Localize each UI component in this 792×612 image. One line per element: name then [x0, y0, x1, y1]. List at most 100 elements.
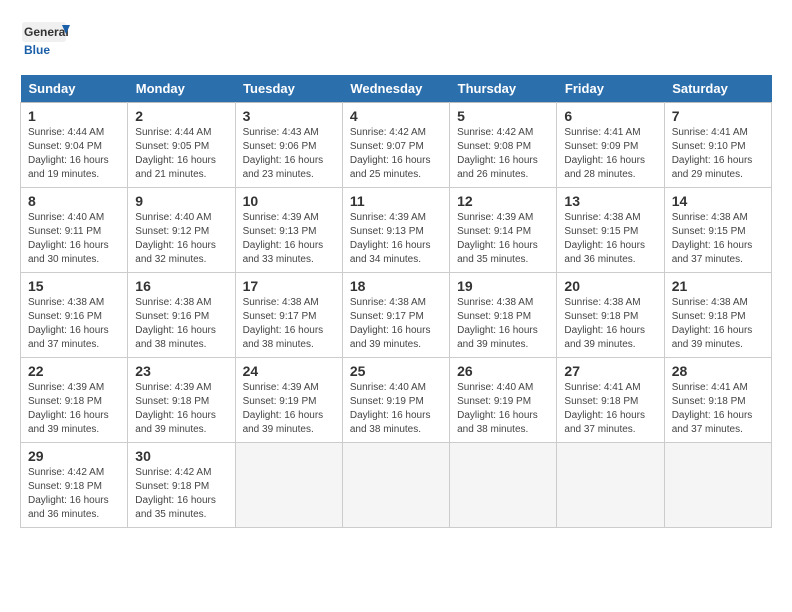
day-info: Sunrise: 4:39 AMSunset: 9:19 PMDaylight:…	[243, 381, 335, 437]
logo-svg: General Blue	[20, 20, 70, 65]
day-info: Sunrise: 4:42 AMSunset: 9:07 PMDaylight:…	[350, 126, 442, 182]
calendar-cell: 3 Sunrise: 4:43 AMSunset: 9:06 PMDaylight…	[235, 103, 342, 188]
day-number: 2	[135, 108, 227, 124]
calendar-cell: 9 Sunrise: 4:40 AMSunset: 9:12 PMDaylight…	[128, 188, 235, 273]
header-sunday: Sunday	[21, 75, 128, 103]
day-number: 29	[28, 448, 120, 464]
day-info: Sunrise: 4:39 AMSunset: 9:13 PMDaylight:…	[350, 211, 442, 267]
calendar-cell: 2 Sunrise: 4:44 AMSunset: 9:05 PMDaylight…	[128, 103, 235, 188]
day-info: Sunrise: 4:38 AMSunset: 9:18 PMDaylight:…	[564, 296, 656, 352]
header-monday: Monday	[128, 75, 235, 103]
calendar-cell: 24Sunrise: 4:39 AMSunset: 9:19 PMDayligh…	[235, 358, 342, 443]
week-row-5: 29 Sunrise: 4:42 AMSunset: 9:18 PMDayligh…	[21, 443, 772, 528]
calendar-cell: 29Sunrise: 4:42 AMSunset: 9:18 PMDayligh…	[21, 443, 128, 528]
calendar-cell	[450, 443, 557, 528]
day-info: Sunrise: 4:38 AMSunset: 9:16 PMDaylight:…	[28, 296, 120, 352]
calendar-cell: 30 Sunrise: 4:42 AMSunset: 9:18 PMDayligh…	[128, 443, 235, 528]
header-wednesday: Wednesday	[342, 75, 449, 103]
week-row-3: 15 Sunrise: 4:38 AMSunset: 9:16 PMDayligh…	[21, 273, 772, 358]
calendar-cell: 6 Sunrise: 4:41 AMSunset: 9:09 PMDaylight…	[557, 103, 664, 188]
day-info: Sunrise: 4:40 AMSunset: 9:12 PMDaylight:…	[135, 211, 227, 267]
calendar-cell: 26 Sunrise: 4:40 AMSunset: 9:19 PMDayligh…	[450, 358, 557, 443]
day-info: Sunrise: 4:38 AMSunset: 9:18 PMDaylight:…	[672, 296, 764, 352]
calendar-table: SundayMondayTuesdayWednesdayThursdayFrid…	[20, 75, 772, 528]
day-number: 11	[350, 193, 442, 209]
calendar-cell: 12Sunrise: 4:39 AMSunset: 9:14 PMDayligh…	[450, 188, 557, 273]
day-number: 14	[672, 193, 764, 209]
calendar-cell	[342, 443, 449, 528]
calendar-cell: 13 Sunrise: 4:38 AMSunset: 9:15 PMDayligh…	[557, 188, 664, 273]
day-number: 18	[350, 278, 442, 294]
calendar-cell: 18 Sunrise: 4:38 AMSunset: 9:17 PMDayligh…	[342, 273, 449, 358]
day-number: 6	[564, 108, 656, 124]
calendar-cell: 28 Sunrise: 4:41 AMSunset: 9:18 PMDayligh…	[664, 358, 771, 443]
calendar-cell: 21 Sunrise: 4:38 AMSunset: 9:18 PMDayligh…	[664, 273, 771, 358]
day-number: 3	[243, 108, 335, 124]
day-number: 20	[564, 278, 656, 294]
header-saturday: Saturday	[664, 75, 771, 103]
day-info: Sunrise: 4:41 AMSunset: 9:10 PMDaylight:…	[672, 126, 764, 182]
day-number: 27	[564, 363, 656, 379]
day-number: 12	[457, 193, 549, 209]
calendar-cell	[235, 443, 342, 528]
week-row-4: 22 Sunrise: 4:39 AMSunset: 9:18 PMDayligh…	[21, 358, 772, 443]
day-info: Sunrise: 4:38 AMSunset: 9:17 PMDaylight:…	[350, 296, 442, 352]
calendar-cell: 23 Sunrise: 4:39 AMSunset: 9:18 PMDayligh…	[128, 358, 235, 443]
calendar-cell	[557, 443, 664, 528]
calendar-cell: 15 Sunrise: 4:38 AMSunset: 9:16 PMDayligh…	[21, 273, 128, 358]
day-number: 7	[672, 108, 764, 124]
calendar-cell: 19 Sunrise: 4:38 AMSunset: 9:18 PMDayligh…	[450, 273, 557, 358]
day-info: Sunrise: 4:38 AMSunset: 9:16 PMDaylight:…	[135, 296, 227, 352]
header-row: SundayMondayTuesdayWednesdayThursdayFrid…	[21, 75, 772, 103]
header-thursday: Thursday	[450, 75, 557, 103]
day-number: 21	[672, 278, 764, 294]
svg-text:General: General	[24, 25, 69, 39]
day-number: 23	[135, 363, 227, 379]
day-info: Sunrise: 4:41 AMSunset: 9:18 PMDaylight:…	[672, 381, 764, 437]
day-number: 4	[350, 108, 442, 124]
svg-text:Blue: Blue	[24, 43, 50, 57]
day-number: 30	[135, 448, 227, 464]
day-number: 25	[350, 363, 442, 379]
day-info: Sunrise: 4:39 AMSunset: 9:18 PMDaylight:…	[135, 381, 227, 437]
day-info: Sunrise: 4:39 AMSunset: 9:18 PMDaylight:…	[28, 381, 120, 437]
day-info: Sunrise: 4:39 AMSunset: 9:13 PMDaylight:…	[243, 211, 335, 267]
calendar-cell: 17Sunrise: 4:38 AMSunset: 9:17 PMDayligh…	[235, 273, 342, 358]
day-number: 5	[457, 108, 549, 124]
calendar-cell: 27Sunrise: 4:41 AMSunset: 9:18 PMDayligh…	[557, 358, 664, 443]
calendar-cell: 11 Sunrise: 4:39 AMSunset: 9:13 PMDayligh…	[342, 188, 449, 273]
day-number: 22	[28, 363, 120, 379]
calendar-cell: 20 Sunrise: 4:38 AMSunset: 9:18 PMDayligh…	[557, 273, 664, 358]
day-number: 28	[672, 363, 764, 379]
day-number: 10	[243, 193, 335, 209]
calendar-cell: 25 Sunrise: 4:40 AMSunset: 9:19 PMDayligh…	[342, 358, 449, 443]
day-info: Sunrise: 4:38 AMSunset: 9:18 PMDaylight:…	[457, 296, 549, 352]
calendar-cell: 8 Sunrise: 4:40 AMSunset: 9:11 PMDaylight…	[21, 188, 128, 273]
day-info: Sunrise: 4:40 AMSunset: 9:19 PMDaylight:…	[457, 381, 549, 437]
day-number: 16	[135, 278, 227, 294]
logo: General Blue	[20, 20, 70, 65]
calendar-cell: 22 Sunrise: 4:39 AMSunset: 9:18 PMDayligh…	[21, 358, 128, 443]
header-friday: Friday	[557, 75, 664, 103]
day-info: Sunrise: 4:44 AMSunset: 9:05 PMDaylight:…	[135, 126, 227, 182]
header-tuesday: Tuesday	[235, 75, 342, 103]
day-info: Sunrise: 4:42 AMSunset: 9:18 PMDaylight:…	[135, 466, 227, 522]
day-info: Sunrise: 4:38 AMSunset: 9:15 PMDaylight:…	[564, 211, 656, 267]
day-info: Sunrise: 4:43 AMSunset: 9:06 PMDaylight:…	[243, 126, 335, 182]
day-number: 1	[28, 108, 120, 124]
day-number: 19	[457, 278, 549, 294]
calendar-cell: 5Sunrise: 4:42 AMSunset: 9:08 PMDaylight…	[450, 103, 557, 188]
week-row-2: 8 Sunrise: 4:40 AMSunset: 9:11 PMDaylight…	[21, 188, 772, 273]
calendar-cell: 10 Sunrise: 4:39 AMSunset: 9:13 PMDayligh…	[235, 188, 342, 273]
day-number: 9	[135, 193, 227, 209]
day-info: Sunrise: 4:41 AMSunset: 9:09 PMDaylight:…	[564, 126, 656, 182]
day-number: 13	[564, 193, 656, 209]
calendar-cell: 7 Sunrise: 4:41 AMSunset: 9:10 PMDaylight…	[664, 103, 771, 188]
day-info: Sunrise: 4:40 AMSunset: 9:19 PMDaylight:…	[350, 381, 442, 437]
day-info: Sunrise: 4:38 AMSunset: 9:15 PMDaylight:…	[672, 211, 764, 267]
day-number: 8	[28, 193, 120, 209]
page-header: General Blue	[20, 20, 772, 65]
day-number: 15	[28, 278, 120, 294]
day-info: Sunrise: 4:40 AMSunset: 9:11 PMDaylight:…	[28, 211, 120, 267]
day-number: 26	[457, 363, 549, 379]
